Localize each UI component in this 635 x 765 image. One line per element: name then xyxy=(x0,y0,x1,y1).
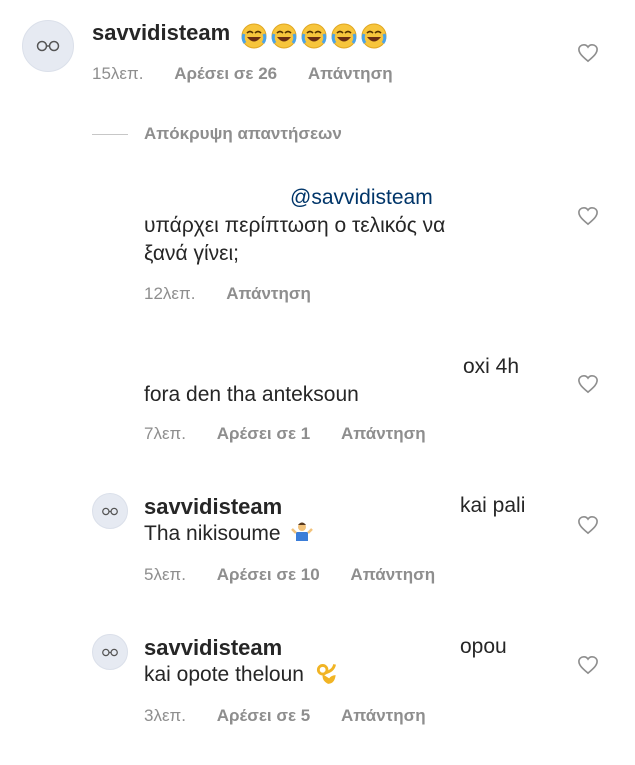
mention-link[interactable]: @savvidisteam xyxy=(290,186,433,210)
reply-button[interactable]: Απάντηση xyxy=(350,565,435,584)
comment-text-line2: fora den tha anteksoun xyxy=(144,383,359,406)
joy-emoji-row xyxy=(241,22,391,49)
hide-replies-label[interactable]: Απόκρυψη απαντήσεων xyxy=(144,124,342,143)
heart-icon[interactable] xyxy=(577,43,599,63)
comment-text-line2: kai opote theloun xyxy=(144,663,304,686)
comment-text-line1: υπάρχει περίπτωση ο τελικός να xyxy=(144,214,446,237)
heart-icon[interactable] xyxy=(577,655,599,675)
likes-count[interactable]: Αρέσει σε 1 xyxy=(217,424,310,443)
comment-text-line2-row: kai opote theloun xyxy=(144,663,340,687)
ok-hand-icon xyxy=(316,664,336,685)
hide-replies-button[interactable]: Απόκρυψη απαντήσεων xyxy=(144,124,342,144)
glasses-icon xyxy=(102,507,118,515)
reply-button[interactable]: Απάντηση xyxy=(226,284,311,303)
person-shrugging-icon xyxy=(291,522,314,542)
username[interactable]: savvidisteam xyxy=(144,494,282,520)
comment-meta: 3λεπ. Αρέσει σε 5 Απάντηση xyxy=(144,706,426,726)
reply-button[interactable]: Απάντηση xyxy=(341,706,426,725)
joy-emoji-icon xyxy=(241,22,388,49)
timestamp: 15λεπ. xyxy=(92,64,144,83)
comment-text-line2: Tha nikisoume xyxy=(144,522,281,545)
comment-text-line2: ξανά γίνει; xyxy=(144,242,239,265)
comment-meta: 15λεπ. Αρέσει σε 26 Απάντηση xyxy=(92,64,393,84)
likes-count[interactable]: Αρέσει σε 5 xyxy=(217,706,310,725)
comment-text-line1: opou xyxy=(460,635,507,658)
comment-text-line1: oxi 4h xyxy=(463,355,520,378)
heart-icon[interactable] xyxy=(577,374,599,394)
likes-count[interactable]: Αρέσει σε 10 xyxy=(217,565,320,584)
timestamp: 3λεπ. xyxy=(144,706,186,725)
reply-button[interactable]: Απάντηση xyxy=(341,424,426,443)
comment-text-line1: kai pali xyxy=(460,494,526,517)
heart-icon[interactable] xyxy=(577,515,599,535)
heart-icon[interactable] xyxy=(577,206,599,226)
timestamp: 7λεπ. xyxy=(144,424,186,443)
comment-meta: 12λεπ. Απάντηση xyxy=(144,284,311,304)
timestamp: 12λεπ. xyxy=(144,284,196,303)
likes-count[interactable]: Αρέσει σε 26 xyxy=(174,64,277,83)
username[interactable]: savvidisteam xyxy=(92,20,230,45)
glasses-icon xyxy=(102,648,118,656)
avatar[interactable] xyxy=(92,493,128,529)
avatar[interactable] xyxy=(22,20,74,72)
username[interactable]: savvidisteam xyxy=(144,635,282,661)
avatar[interactable] xyxy=(92,634,128,670)
comment-meta: 5λεπ. Αρέσει σε 10 Απάντηση xyxy=(144,565,435,585)
hide-replies-line xyxy=(92,134,128,135)
comment-header: savvidisteam xyxy=(92,20,391,49)
reply-button[interactable]: Απάντηση xyxy=(308,64,393,83)
comment-text-line2-row: Tha nikisoume xyxy=(144,522,314,546)
comment-meta: 7λεπ. Αρέσει σε 1 Απάντηση xyxy=(144,424,426,444)
timestamp: 5λεπ. xyxy=(144,565,186,584)
glasses-icon xyxy=(36,40,60,52)
